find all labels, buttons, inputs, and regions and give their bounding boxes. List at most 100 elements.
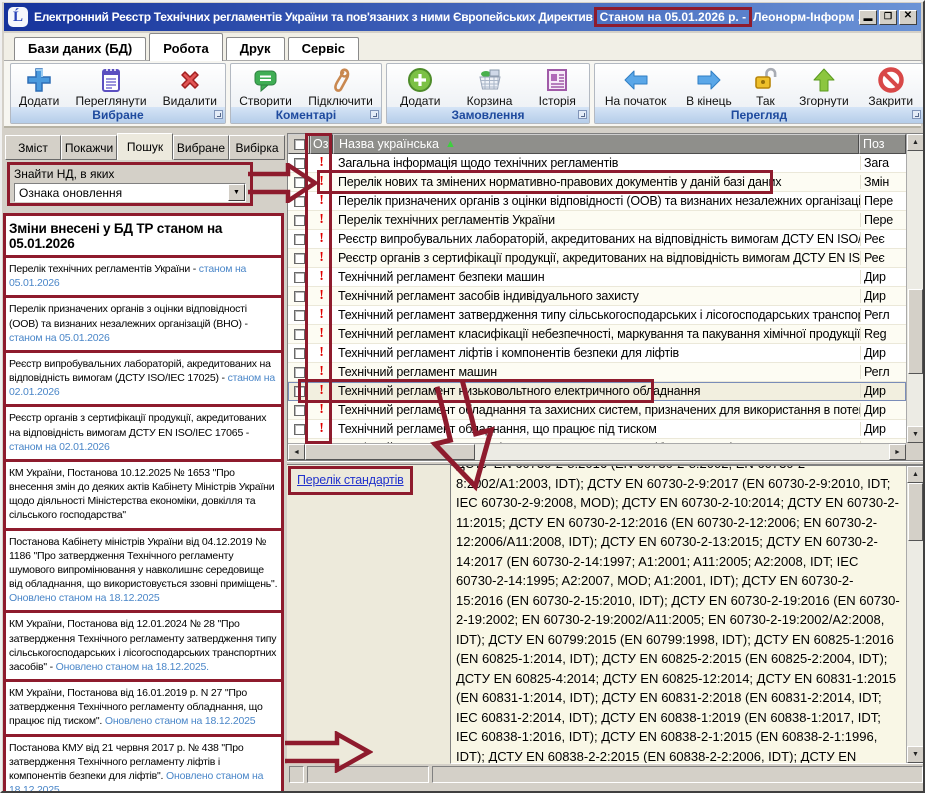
sidebar-list-item[interactable]: КМ України, Постанова від 16.01.2019 р. … <box>6 682 281 737</box>
exclamation-icon: ! <box>310 212 333 228</box>
row-checkbox[interactable] <box>294 215 305 226</box>
row-checkbox[interactable] <box>294 291 305 302</box>
close-button[interactable]: ✕ <box>899 10 917 25</box>
scroll-left-icon[interactable]: ◄ <box>288 444 305 460</box>
sidebar-tab-0[interactable]: Зміст <box>5 135 61 160</box>
text-vertical-scrollbar[interactable]: ▲ ▼ <box>906 466 924 763</box>
table-row[interactable]: ! Технічний регламент засобів індивідуал… <box>288 287 906 306</box>
order-history-button[interactable]: Історія <box>536 66 579 108</box>
column-header-name[interactable]: Назва українська ▲ <box>333 134 859 154</box>
go-start-button[interactable]: На початок <box>602 66 670 108</box>
sidebar-tab-3[interactable]: Вибране <box>173 135 229 160</box>
table-row[interactable]: ! Технічний регламент затвердження типу … <box>288 306 906 325</box>
table-row[interactable]: ! Реєстр випробувальних лабораторій, акр… <box>288 230 906 249</box>
sidebar-tab-1[interactable]: Покажчи <box>61 135 117 160</box>
scrollbar-thumb[interactable] <box>908 483 923 541</box>
table-row[interactable]: ! Технічний регламент низьковольтного ел… <box>288 382 906 401</box>
dialog-launcher-icon[interactable] <box>370 110 379 119</box>
row-checkbox[interactable] <box>294 386 305 397</box>
standards-list-link[interactable]: Перелік стандартів <box>297 473 404 487</box>
order-basket-button[interactable]: Корзина <box>464 66 516 108</box>
dialog-launcher-icon[interactable] <box>912 110 921 119</box>
go-end-button[interactable]: В кінець <box>683 66 735 108</box>
maximize-button[interactable]: ❐ <box>879 10 897 25</box>
table-vertical-scrollbar[interactable]: ▲ ▼ <box>906 134 924 443</box>
table-row[interactable]: ! Перелік технічних регламентів України … <box>288 211 906 230</box>
row-checkbox[interactable] <box>294 196 305 207</box>
add-favorite-button[interactable]: Додати <box>16 66 62 108</box>
attach-comment-button[interactable]: Підключити <box>305 66 376 108</box>
table-row[interactable]: ! Загальна інформація щодо технічних рег… <box>288 154 906 173</box>
column-header-oz[interactable]: Оз <box>310 134 333 154</box>
sidebar-list-item[interactable]: Постанова КМУ від 21 червня 2017 р. № 43… <box>6 737 281 791</box>
scrollbar-thumb[interactable] <box>908 289 923 374</box>
sidebar-list-item[interactable]: Постанова Кабінету міністрів України від… <box>6 531 281 614</box>
scroll-down-icon[interactable]: ▼ <box>907 426 924 443</box>
sidebar-list-item[interactable]: Реєстр органів з сертифікації продукції,… <box>6 407 281 462</box>
row-checkbox[interactable] <box>294 424 305 435</box>
table-row[interactable]: ! Технічний регламент обладнання, що пра… <box>288 420 906 439</box>
table-row[interactable]: ! Технічний регламент машин Регл <box>288 363 906 382</box>
row-checkbox[interactable] <box>294 234 305 245</box>
row-checkbox[interactable] <box>294 272 305 283</box>
row-checkbox[interactable] <box>294 348 305 359</box>
yes-lock-button[interactable]: Так <box>748 66 782 108</box>
sidebar-list-item[interactable]: Перелік призначених органів з оцінки від… <box>6 298 281 353</box>
ribbon-tab-1[interactable]: Робота <box>149 33 223 61</box>
scroll-up-icon[interactable]: ▲ <box>907 466 924 483</box>
row-checkbox[interactable] <box>294 405 305 416</box>
table-row[interactable]: ! Технічний регламент безпеки машин Дир <box>288 268 906 287</box>
row-checkbox[interactable] <box>294 177 305 188</box>
update-date-link[interactable]: Оновлено станом на 18.12.2025 <box>9 592 160 604</box>
exclamation-icon: ! <box>310 250 333 266</box>
sidebar-list-item[interactable]: КМ України, Постанова від 12.01.2024 № 2… <box>6 613 281 682</box>
update-date-link[interactable]: Оновлено станом на 18.12.2025 <box>105 715 256 727</box>
minimize-button[interactable]: ▬ <box>859 10 877 25</box>
ribbon-tab-3[interactable]: Сервіс <box>288 37 359 60</box>
update-date-link[interactable]: Оновлено станом на 18.12.2025. <box>56 661 209 673</box>
table-row[interactable]: ! Технічний регламент класифікації небез… <box>288 325 906 344</box>
row-checkbox[interactable] <box>294 158 305 169</box>
update-date-link[interactable]: станом на 02.01.2026 <box>9 441 110 453</box>
row-checkbox[interactable] <box>294 253 305 264</box>
search-criteria-select[interactable]: Ознака оновлення ▼ <box>14 183 246 202</box>
row-checkbox[interactable] <box>294 329 305 340</box>
row-checkbox[interactable] <box>294 367 305 378</box>
column-header-poz[interactable]: Поз <box>859 134 906 154</box>
table-row[interactable]: ! Технічний регламент обладнання та захи… <box>288 401 906 420</box>
row-checkbox[interactable] <box>294 310 305 321</box>
view-favorite-button[interactable]: Переглянути <box>72 66 149 108</box>
create-comment-button[interactable]: Створити <box>236 66 295 108</box>
delete-favorite-button[interactable]: Видалити <box>160 66 220 108</box>
update-date-link[interactable]: станом на 05.01.2026 <box>9 332 110 344</box>
table-row[interactable]: ! Реєстр органів з сертифікації продукці… <box>288 249 906 268</box>
chevron-down-icon[interactable]: ▼ <box>228 184 245 201</box>
standards-link-box: Перелік стандартів <box>288 466 413 495</box>
dialog-launcher-icon[interactable] <box>578 110 587 119</box>
scroll-right-icon[interactable]: ► <box>889 444 906 460</box>
exclamation-icon: ! <box>310 421 333 437</box>
scroll-up-icon[interactable]: ▲ <box>907 134 924 151</box>
collapse-button[interactable]: Згорнути <box>796 66 852 108</box>
close-view-button[interactable]: Закрити <box>865 66 916 108</box>
arrow-right-icon <box>695 66 723 94</box>
scrollbar-thumb[interactable] <box>305 444 475 460</box>
sidebar-list-item[interactable]: Реєстр випробувальних лабораторій, акред… <box>6 353 281 408</box>
ribbon-tab-2[interactable]: Друк <box>226 37 285 60</box>
table-row[interactable]: ! Технічний регламент ліфтів і компонент… <box>288 344 906 363</box>
table-row[interactable]: ! Перелік нових та змінених нормативно-п… <box>288 173 906 192</box>
ribbon-tab-0[interactable]: Бази даних (БД) <box>14 37 146 60</box>
select-all-header[interactable] <box>288 134 310 154</box>
table-row[interactable]: ! Перелік призначених органів з оцінки в… <box>288 192 906 211</box>
header-checkbox[interactable] <box>294 139 305 150</box>
standards-text-area[interactable]: ДСТУ EN 60730-2-8:2016 (EN 60730-2-8:200… <box>450 465 925 764</box>
group-title-band: Замовлення <box>387 107 589 123</box>
sidebar-tab-2[interactable]: Пошук <box>117 133 173 160</box>
sidebar-list-item[interactable]: КМ України, Постанова 10.12.2025 № 1653 … <box>6 462 281 531</box>
sidebar-tab-4[interactable]: Вибірка <box>229 135 285 160</box>
sidebar-list-item[interactable]: Перелік технічних регламентів України - … <box>6 258 281 298</box>
add-order-button[interactable]: Додати <box>397 66 443 108</box>
dialog-launcher-icon[interactable] <box>214 110 223 119</box>
table-horizontal-scrollbar[interactable]: ◄ ► <box>288 443 906 460</box>
scroll-down-icon[interactable]: ▼ <box>907 746 924 763</box>
